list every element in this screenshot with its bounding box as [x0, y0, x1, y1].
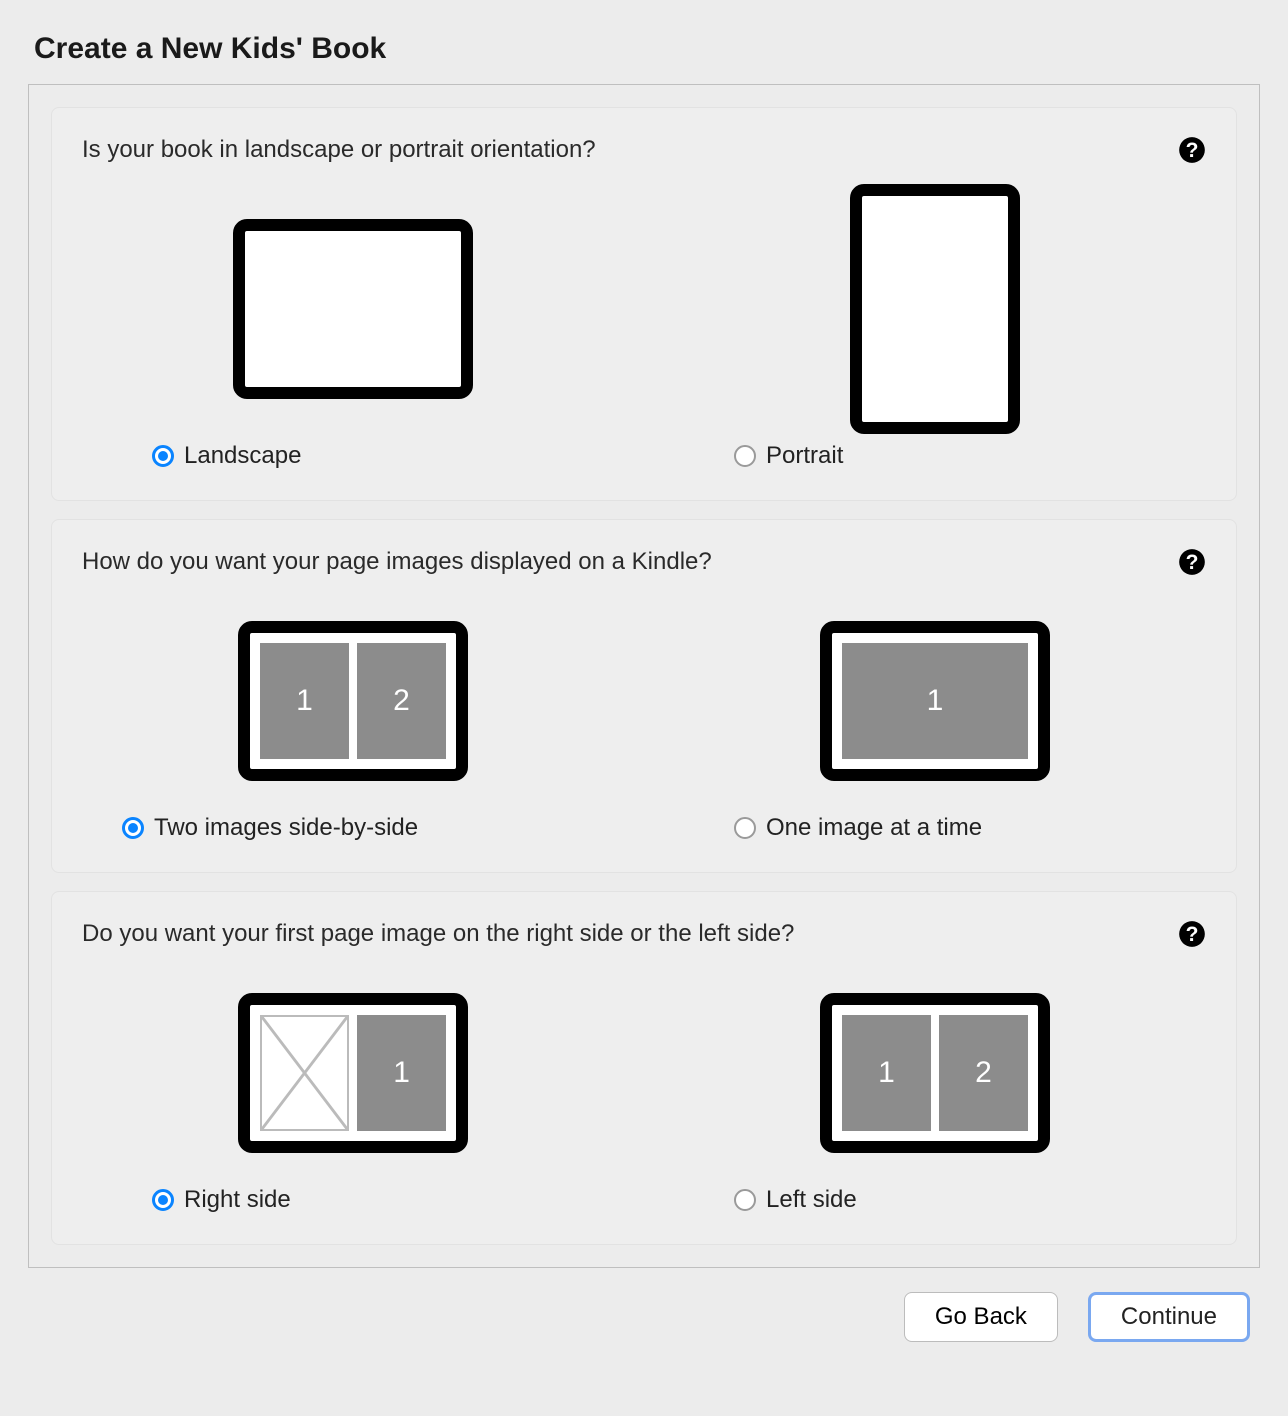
- firstpage-question: Do you want your first page image on the…: [82, 920, 1206, 948]
- page-tile-1: 1: [260, 643, 349, 759]
- device-frame: 1: [820, 621, 1050, 781]
- device-frame: 1 2: [238, 621, 468, 781]
- option-two-images: 1 2 Two images side-by-side: [82, 606, 624, 842]
- option-landscape: Landscape: [82, 194, 624, 470]
- continue-button[interactable]: Continue: [1088, 1292, 1250, 1342]
- display-options: 1 2 Two images side-by-side 1: [82, 606, 1206, 842]
- device-frame-landscape: [233, 219, 473, 399]
- radio-dot: [152, 1189, 174, 1211]
- radio-label: One image at a time: [766, 814, 982, 842]
- go-back-button[interactable]: Go Back: [904, 1292, 1058, 1342]
- option-portrait: Portrait: [664, 194, 1206, 470]
- radio-landscape[interactable]: Landscape: [82, 442, 301, 470]
- right-side-illustration[interactable]: 1: [238, 978, 468, 1168]
- display-question: How do you want your page images display…: [82, 548, 1206, 576]
- page-tile-2: 2: [357, 643, 446, 759]
- radio-label: Two images side-by-side: [154, 814, 418, 842]
- section-display: How do you want your page images display…: [51, 519, 1237, 873]
- radio-label: Right side: [184, 1186, 291, 1214]
- page-tile-2: 2: [939, 1015, 1028, 1131]
- left-side-illustration[interactable]: 1 2: [820, 978, 1050, 1168]
- svg-text:?: ?: [1186, 923, 1199, 946]
- one-image-illustration[interactable]: 1: [820, 606, 1050, 796]
- orientation-options: Landscape Portrait: [82, 194, 1206, 470]
- radio-right-side[interactable]: Right side: [82, 1186, 291, 1214]
- radio-two-images[interactable]: Two images side-by-side: [82, 814, 418, 842]
- orientation-question: Is your book in landscape or portrait or…: [82, 136, 1206, 164]
- window: Create a New Kids' Book Is your book in …: [0, 0, 1288, 1362]
- radio-dot: [734, 1189, 756, 1211]
- svg-text:?: ?: [1186, 139, 1199, 162]
- radio-dot: [152, 445, 174, 467]
- two-images-illustration[interactable]: 1 2: [238, 606, 468, 796]
- radio-one-image[interactable]: One image at a time: [664, 814, 982, 842]
- main-panel: Is your book in landscape or portrait or…: [28, 84, 1260, 1268]
- device-frame: 1 2: [820, 993, 1050, 1153]
- page-tile-1: 1: [357, 1015, 446, 1131]
- radio-dot: [122, 817, 144, 839]
- page-title: Create a New Kids' Book: [34, 32, 1260, 66]
- radio-label: Landscape: [184, 442, 301, 470]
- radio-dot: [734, 445, 756, 467]
- firstpage-options: 1 Right side 1 2: [82, 978, 1206, 1214]
- option-left-side: 1 2 Left side: [664, 978, 1206, 1214]
- page-tile-1: 1: [842, 643, 1028, 759]
- radio-label: Portrait: [766, 442, 843, 470]
- svg-text:?: ?: [1186, 551, 1199, 574]
- help-icon[interactable]: ?: [1178, 548, 1206, 576]
- section-firstpage: Do you want your first page image on the…: [51, 891, 1237, 1245]
- help-icon[interactable]: ?: [1178, 136, 1206, 164]
- device-frame: 1: [238, 993, 468, 1153]
- landscape-illustration[interactable]: [233, 194, 473, 424]
- help-icon[interactable]: ?: [1178, 920, 1206, 948]
- portrait-illustration[interactable]: [850, 194, 1020, 424]
- radio-portrait[interactable]: Portrait: [664, 442, 843, 470]
- empty-page-crossed: [260, 1015, 349, 1131]
- option-one-image: 1 One image at a time: [664, 606, 1206, 842]
- radio-label: Left side: [766, 1186, 857, 1214]
- radio-left-side[interactable]: Left side: [664, 1186, 857, 1214]
- page-tile-1: 1: [842, 1015, 931, 1131]
- section-orientation: Is your book in landscape or portrait or…: [51, 107, 1237, 501]
- option-right-side: 1 Right side: [82, 978, 624, 1214]
- button-row: Go Back Continue: [28, 1292, 1260, 1342]
- radio-dot: [734, 817, 756, 839]
- device-frame-portrait: [850, 184, 1020, 434]
